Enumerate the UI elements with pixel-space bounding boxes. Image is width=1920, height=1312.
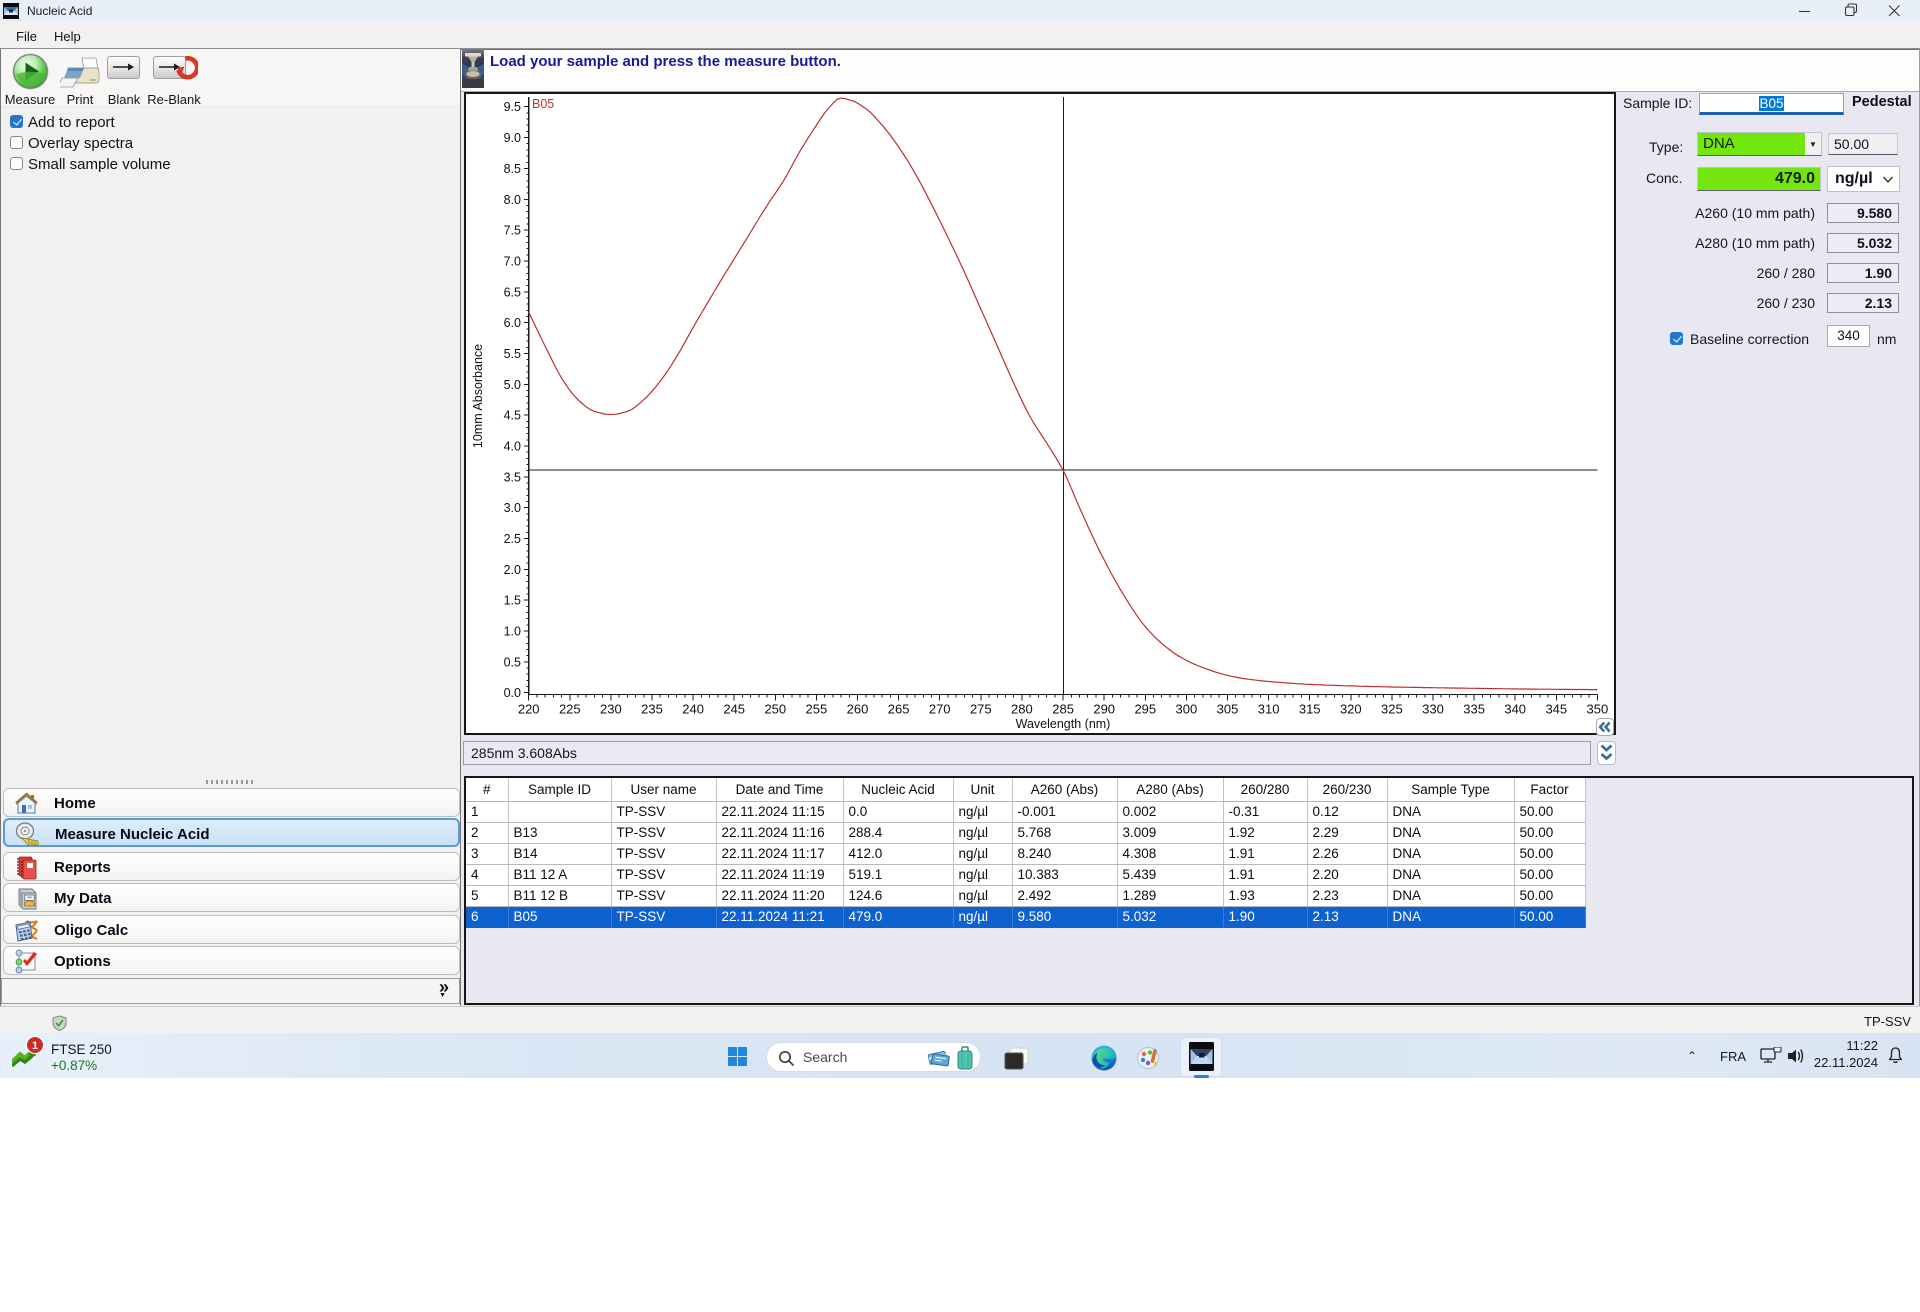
svg-text:8.0: 8.0: [504, 193, 521, 207]
svg-text:340: 340: [1504, 702, 1526, 717]
svg-text:305: 305: [1217, 702, 1239, 717]
svg-text:250: 250: [764, 702, 786, 717]
svg-text:285: 285: [1052, 702, 1074, 717]
svg-text:320: 320: [1340, 702, 1362, 717]
svg-text:9.0: 9.0: [504, 131, 521, 145]
svg-text:290: 290: [1093, 702, 1115, 717]
svg-text:220: 220: [518, 702, 540, 717]
svg-text:2.5: 2.5: [504, 532, 521, 546]
svg-text:0.0: 0.0: [504, 686, 521, 700]
svg-text:225: 225: [559, 702, 581, 717]
svg-text:Wavelength (nm): Wavelength (nm): [1016, 717, 1111, 731]
svg-text:0.5: 0.5: [504, 655, 521, 669]
svg-text:240: 240: [682, 702, 704, 717]
svg-text:235: 235: [641, 702, 663, 717]
svg-text:1.5: 1.5: [504, 594, 521, 608]
svg-text:3.5: 3.5: [504, 470, 521, 484]
svg-text:310: 310: [1258, 702, 1280, 717]
svg-text:295: 295: [1134, 702, 1156, 717]
svg-text:1.0: 1.0: [504, 625, 521, 639]
svg-text:325: 325: [1381, 702, 1403, 717]
svg-text:6.5: 6.5: [504, 285, 521, 299]
svg-text:4.5: 4.5: [504, 409, 521, 423]
svg-text:245: 245: [723, 702, 745, 717]
svg-text:335: 335: [1463, 702, 1485, 717]
svg-text:230: 230: [600, 702, 622, 717]
svg-text:330: 330: [1422, 702, 1444, 717]
svg-text:4.0: 4.0: [504, 440, 521, 454]
svg-text:2.0: 2.0: [504, 563, 521, 577]
svg-text:5.5: 5.5: [504, 347, 521, 361]
svg-text:3.0: 3.0: [504, 501, 521, 515]
svg-text:275: 275: [970, 702, 992, 717]
svg-text:300: 300: [1176, 702, 1198, 717]
svg-text:350: 350: [1587, 702, 1609, 717]
svg-text:6.0: 6.0: [504, 316, 521, 330]
svg-text:265: 265: [888, 702, 910, 717]
svg-text:280: 280: [1011, 702, 1033, 717]
svg-text:B05: B05: [532, 97, 554, 111]
svg-text:10mm Absorbance: 10mm Absorbance: [471, 344, 485, 448]
svg-text:270: 270: [929, 702, 951, 717]
svg-text:260: 260: [847, 702, 869, 717]
svg-text:7.0: 7.0: [504, 254, 521, 268]
svg-text:8.5: 8.5: [504, 162, 521, 176]
svg-text:7.5: 7.5: [504, 224, 521, 238]
svg-text:315: 315: [1299, 702, 1321, 717]
svg-text:9.5: 9.5: [504, 100, 521, 114]
svg-text:255: 255: [806, 702, 828, 717]
svg-text:345: 345: [1545, 702, 1567, 717]
svg-text:5.0: 5.0: [504, 378, 521, 392]
